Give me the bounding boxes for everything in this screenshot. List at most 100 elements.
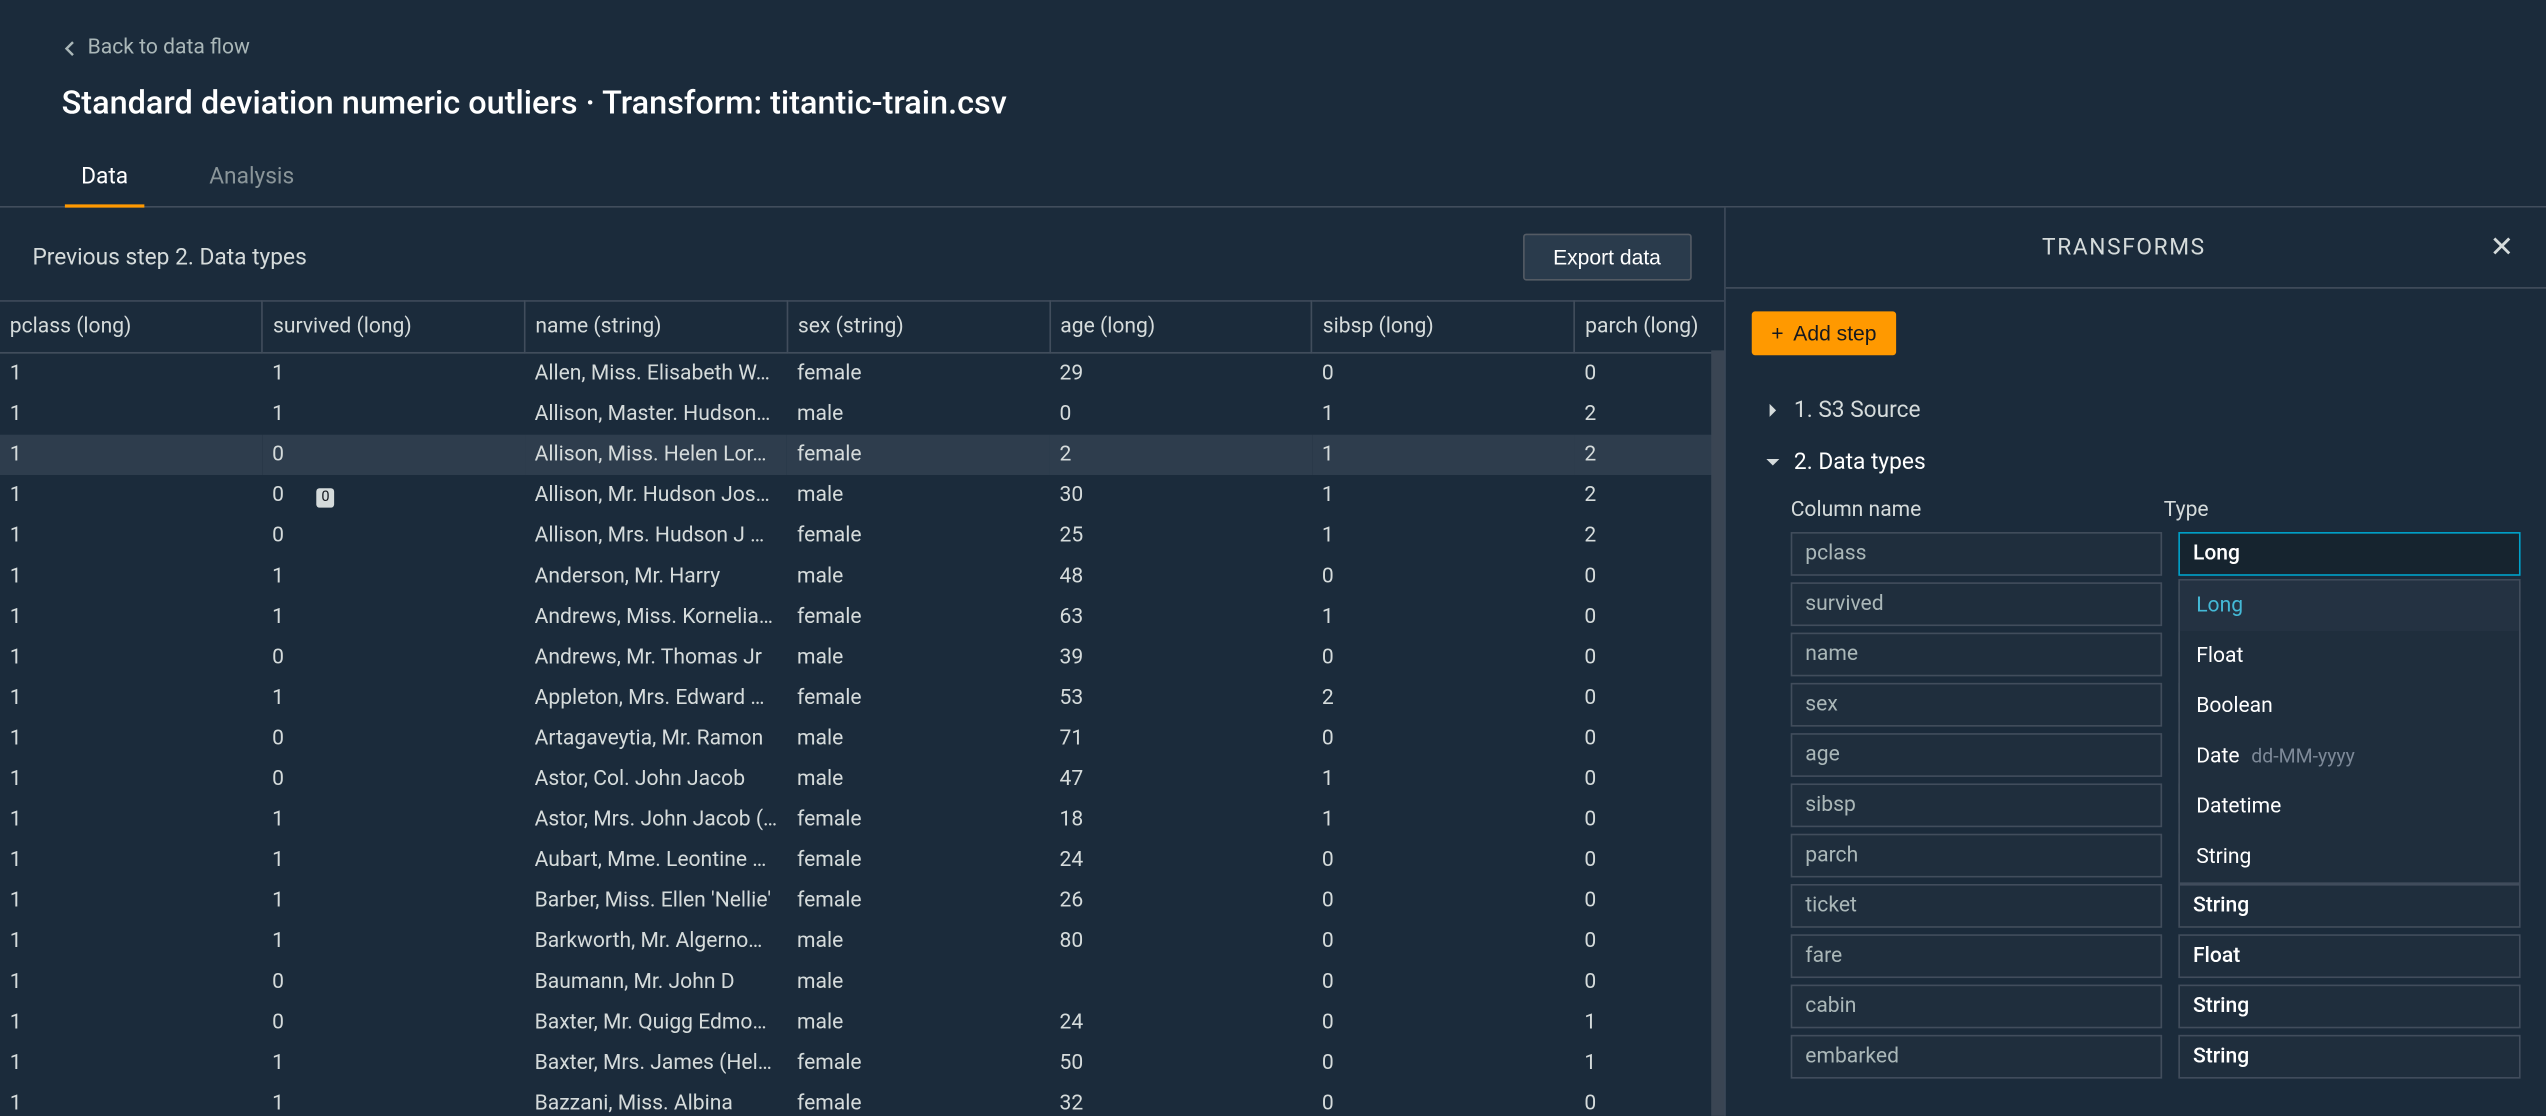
column-name-input[interactable] (1791, 733, 2162, 777)
table-row[interactable]: 11Allison, Master. Hudson…male012 (0, 393, 1724, 434)
table-cell: 1 (262, 920, 524, 961)
column-header[interactable]: survived (long) (262, 301, 524, 353)
dropdown-option[interactable]: Boolean (2180, 681, 2519, 731)
export-data-button[interactable]: Export data (1522, 234, 1691, 281)
table-cell: 1 (0, 718, 262, 759)
table-cell: 0 (1312, 839, 1574, 880)
step-content: Column nameTypeLongLongFloatBooleanDate … (1752, 488, 2521, 1078)
table-row[interactable]: 11Aubart, Mme. Leontine …female2400 (0, 839, 1724, 880)
table-cell: male (787, 1002, 1049, 1043)
table-cell: 2 (1050, 434, 1312, 475)
table-cell: 47 (1050, 758, 1312, 799)
table-row[interactable]: 10Allison, Miss. Helen Lor…female212 (0, 434, 1724, 475)
column-header[interactable]: sex (string) (787, 301, 1049, 353)
dropdown-option[interactable]: String (2180, 832, 2519, 882)
type-value: String (2193, 994, 2249, 1018)
table-cell: 1 (0, 393, 262, 434)
table-row[interactable]: 11Andrews, Miss. Kornelia…female6310 (0, 596, 1724, 637)
column-header[interactable]: name (string) (525, 301, 787, 353)
table-cell: 0 (262, 1002, 524, 1043)
table-row[interactable]: 11Bazzani, Miss. Albinafemale3200 (0, 1083, 1724, 1116)
tab-bar: Data Analysis (62, 151, 2485, 206)
table-row[interactable]: 11Barkworth, Mr. Algerno…male8000 (0, 920, 1724, 961)
add-step-button[interactable]: + Add step (1752, 311, 1896, 355)
type-select[interactable]: String (2178, 1035, 2520, 1079)
table-cell: Barber, Miss. Ellen 'Nellie' (525, 880, 787, 921)
table-cell: 2 (1575, 515, 1725, 556)
table-cell: 50 (1050, 1042, 1312, 1083)
type-select[interactable]: String (2178, 884, 2520, 928)
table-cell: 0 (262, 434, 524, 475)
table-cell: 0 (1312, 718, 1574, 759)
caret-right-icon (1765, 402, 1781, 418)
type-value: Float (2193, 944, 2240, 968)
table-cell: 1 (1312, 434, 1574, 475)
column-name-input[interactable] (1791, 683, 2162, 727)
table-cell: 1 (1312, 596, 1574, 637)
table-cell: 1 (0, 758, 262, 799)
column-header[interactable]: sibsp (long) (1312, 301, 1574, 353)
step-item[interactable]: 1. S3 Source (1752, 384, 2521, 436)
type-value: String (2193, 1045, 2249, 1069)
table-cell: 2 (1575, 474, 1725, 515)
table-cell: 2 (1575, 393, 1725, 434)
type-select[interactable]: Long (2178, 532, 2520, 576)
table-row[interactable]: 11Astor, Mrs. John Jacob (…female1810 (0, 799, 1724, 840)
table-cell: 2 (1312, 677, 1574, 718)
dropdown-option[interactable]: Long (2180, 581, 2519, 631)
field-row: String (1791, 1035, 2521, 1079)
table-cell: 0 (1575, 556, 1725, 597)
column-header[interactable]: age (long) (1050, 301, 1312, 353)
column-name-input[interactable] (1791, 834, 2162, 878)
back-to-data-flow-link[interactable]: Back to data flow (62, 36, 2485, 60)
table-row[interactable]: 10Andrews, Mr. Thomas Jrmale3900 (0, 637, 1724, 678)
table-row[interactable]: 10Allison, Mrs. Hudson J C…female2512 (0, 515, 1724, 556)
table-row[interactable]: 11Baxter, Mrs. James (Hel…female5001 (0, 1042, 1724, 1083)
table-cell: 1 (0, 1042, 262, 1083)
column-header[interactable]: parch (long) (1575, 301, 1725, 353)
transforms-panel: TRANSFORMS ✕ + Add step 1. S3 Source2. D… (1726, 208, 2546, 1116)
column-name-input[interactable] (1791, 934, 2162, 978)
table-row[interactable]: 10Baxter, Mr. Quigg Edmo…male2401 (0, 1002, 1724, 1043)
table-cell: 2 (1575, 434, 1725, 475)
column-name-input[interactable] (1791, 884, 2162, 928)
column-name-input[interactable] (1791, 532, 2162, 576)
column-name-input[interactable] (1791, 783, 2162, 827)
column-name-input[interactable] (1791, 633, 2162, 677)
table-row[interactable]: 11Barber, Miss. Ellen 'Nellie'female2600 (0, 880, 1724, 921)
tab-data[interactable]: Data (65, 151, 144, 206)
table-row[interactable]: 10Baumann, Mr. John Dmale00 (0, 961, 1724, 1002)
table-cell: 53 (1050, 677, 1312, 718)
table-row[interactable]: 10Artagaveytia, Mr. Ramonmale7100 (0, 718, 1724, 759)
type-select[interactable]: Float (2178, 934, 2520, 978)
table-cell: 0 (1575, 1083, 1725, 1116)
step-item[interactable]: 2. Data types (1752, 436, 2521, 488)
dropdown-option[interactable]: Date dd-MM-yyyy (2180, 732, 2519, 782)
close-icon[interactable]: ✕ (2490, 230, 2514, 264)
table-cell: 1 (262, 1042, 524, 1083)
table-row[interactable]: 10Astor, Col. John Jacobmale4710 (0, 758, 1724, 799)
table-row[interactable]: 11Allen, Miss. Elisabeth W…female2900 (0, 353, 1724, 394)
table-cell: 24 (1050, 1002, 1312, 1043)
table-row[interactable]: 11Anderson, Mr. Harrymale4800 (0, 556, 1724, 597)
table-cell: Andrews, Miss. Kornelia… (525, 596, 787, 637)
table-cell: female (787, 515, 1049, 556)
type-select[interactable]: String (2178, 985, 2520, 1029)
dropdown-option[interactable]: Float (2180, 631, 2519, 681)
table-cell: 48 (1050, 556, 1312, 597)
table-row[interactable]: 11Appleton, Mrs. Edward …female5320 (0, 677, 1724, 718)
table-row[interactable]: 100Allison, Mr. Hudson Jos…male3012 (0, 474, 1724, 515)
table-cell: 0 (1312, 353, 1574, 394)
column-name-input[interactable] (1791, 582, 2162, 626)
table-cell: 1 (0, 474, 262, 515)
column-header[interactable]: pclass (long) (0, 301, 262, 353)
table-cell: Appleton, Mrs. Edward … (525, 677, 787, 718)
tab-analysis[interactable]: Analysis (193, 151, 310, 206)
dropdown-option[interactable]: Datetime (2180, 782, 2519, 832)
table-cell: male (787, 474, 1049, 515)
table-cell: 1 (0, 353, 262, 394)
field-row: Float (1791, 934, 2521, 978)
column-name-input[interactable] (1791, 1035, 2162, 1079)
column-name-input[interactable] (1791, 985, 2162, 1029)
table-cell: Allen, Miss. Elisabeth W… (525, 353, 787, 394)
